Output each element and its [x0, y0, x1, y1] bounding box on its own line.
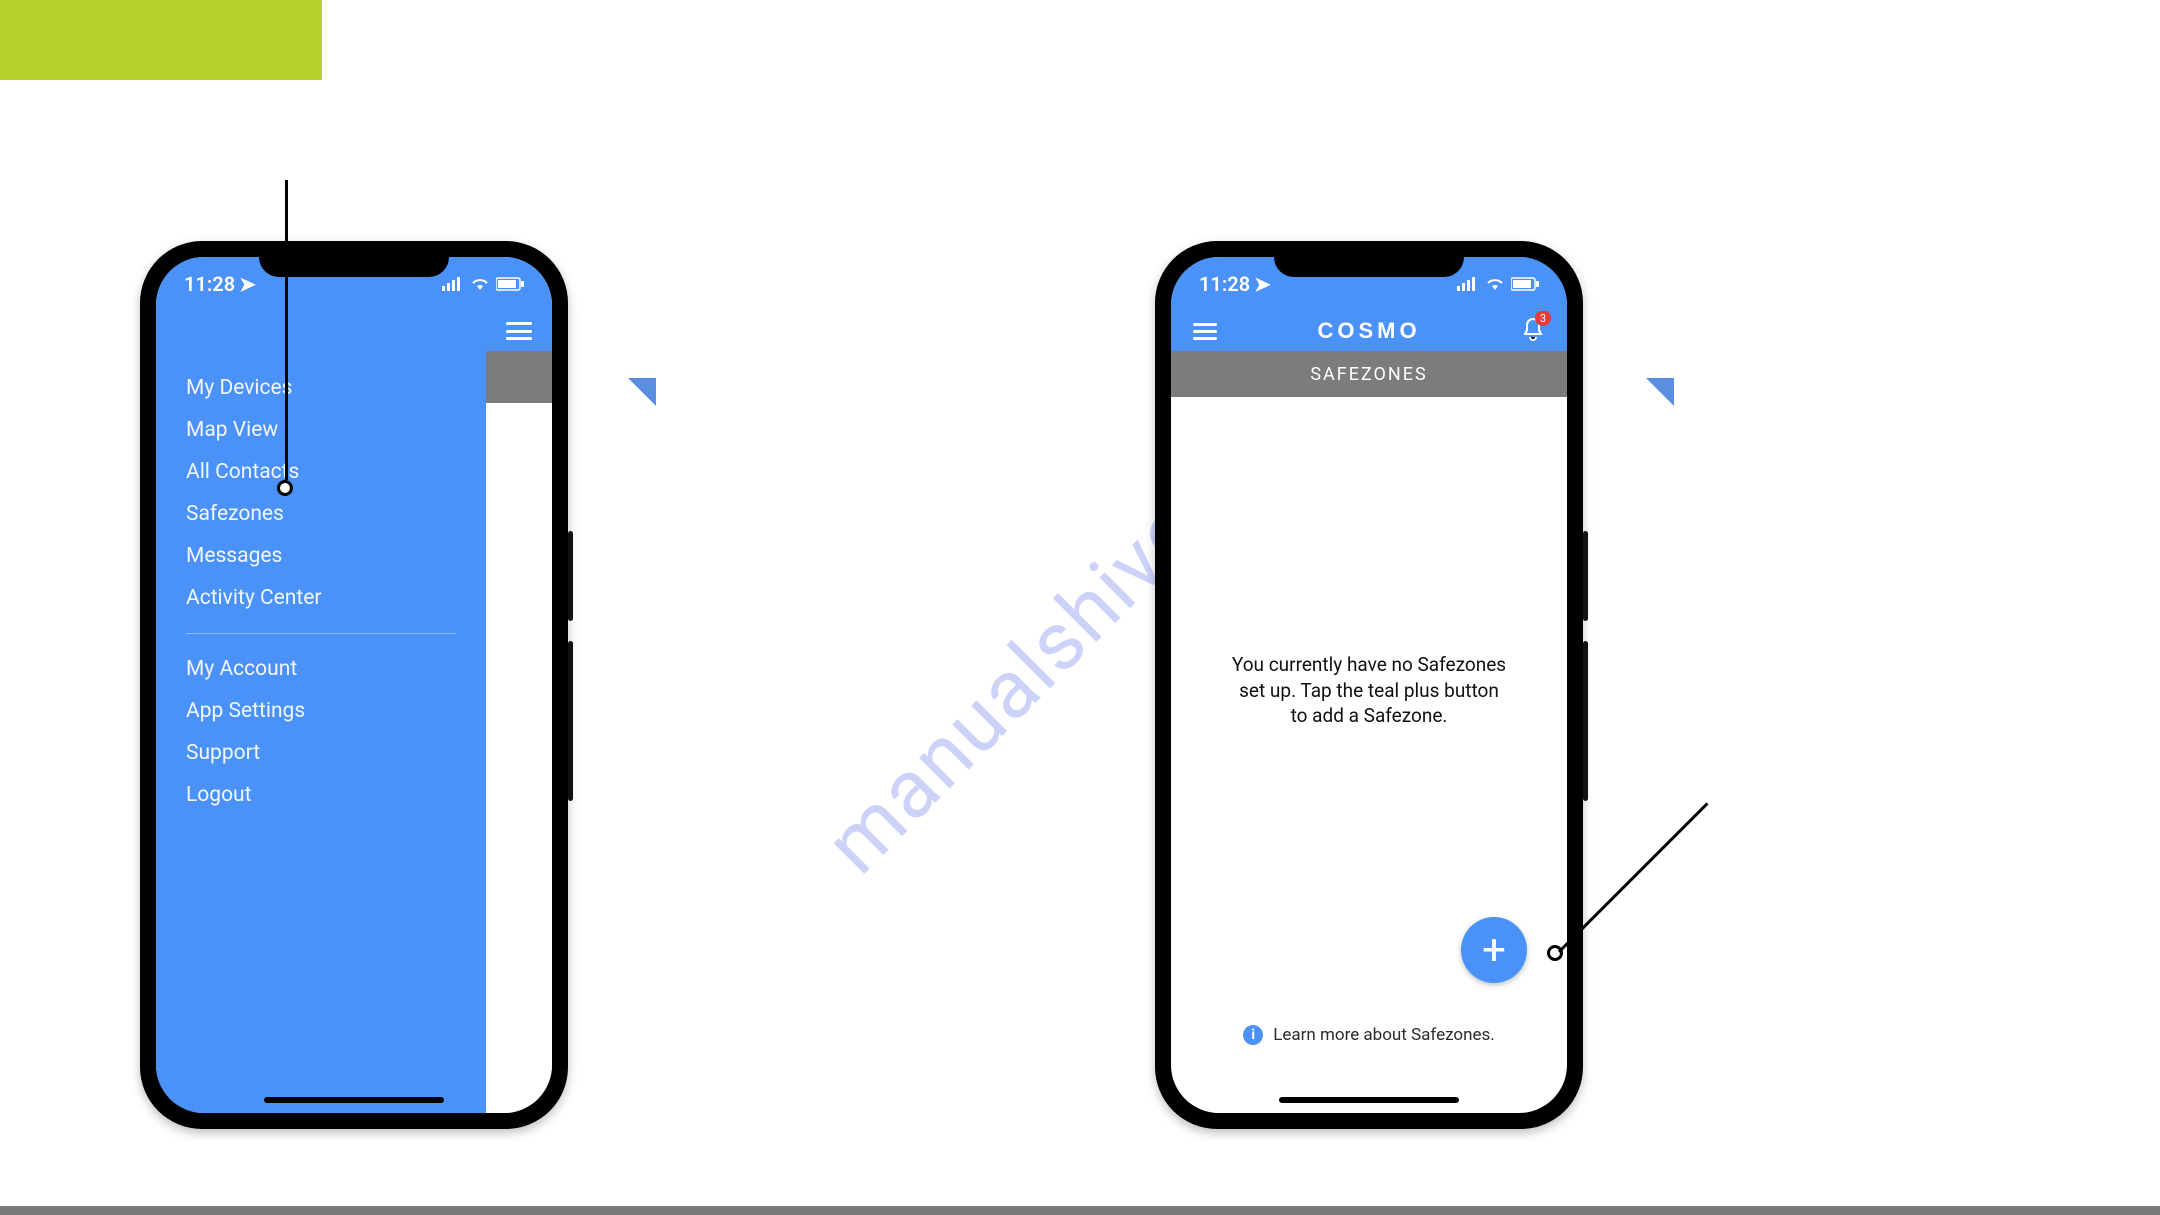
- empty-line: to add a Safezone.: [1211, 703, 1527, 729]
- side-menu: My Devices Map View All Contacts Safezon…: [156, 257, 486, 1113]
- menu-item-all-contacts[interactable]: All Contacts: [186, 451, 456, 493]
- plus-icon: +: [1482, 926, 1506, 975]
- notification-badge: 3: [1535, 310, 1551, 326]
- empty-line: You currently have no Safezones: [1211, 652, 1527, 678]
- section-title: SAFEZONES: [1171, 351, 1567, 397]
- menu-item-messages[interactable]: Messages: [186, 535, 456, 577]
- add-safezone-button[interactable]: +: [1461, 917, 1527, 983]
- phone-notch: [1274, 241, 1464, 277]
- callout-line-safezones: [285, 180, 288, 480]
- battery-icon: [496, 277, 524, 291]
- phone-notch: [259, 241, 449, 277]
- menu-item-support[interactable]: Support: [186, 732, 456, 774]
- menu-item-app-settings[interactable]: App Settings: [186, 690, 456, 732]
- hamburger-icon: [506, 322, 532, 340]
- home-indicator: [1279, 1097, 1459, 1103]
- learn-more-link[interactable]: i Learn more about Safezones.: [1171, 1025, 1567, 1045]
- callout-marker-safezones: [277, 480, 293, 496]
- info-icon: i: [1243, 1025, 1263, 1045]
- menu-item-safezones[interactable]: Safezones: [186, 493, 456, 535]
- wifi-icon: [1485, 277, 1505, 291]
- menu-item-logout[interactable]: Logout: [186, 774, 456, 816]
- step-arrow-icon: [628, 378, 656, 406]
- empty-state-text: You currently have no Safezones set up. …: [1171, 652, 1567, 729]
- menu-item-activity-center[interactable]: Activity Center: [186, 577, 456, 619]
- footer-divider: [0, 1206, 2160, 1215]
- notifications-button[interactable]: 3: [1521, 316, 1545, 346]
- phone-safezones-mockup: 11:28➤ COSMO 3 SAFEZONES: [1155, 241, 1583, 1129]
- status-time: 11:28➤: [1199, 272, 1271, 296]
- status-time: 11:28➤: [184, 272, 256, 296]
- location-arrow-icon: ➤: [1254, 272, 1271, 296]
- home-indicator: [264, 1097, 444, 1103]
- menu-item-my-devices[interactable]: My Devices: [186, 367, 456, 409]
- menu-item-map-view[interactable]: Map View: [186, 409, 456, 451]
- location-arrow-icon: ➤: [239, 272, 256, 296]
- step-arrow-icon: [1646, 378, 1674, 406]
- signal-icon: [442, 277, 464, 291]
- page-peek: [486, 311, 552, 1113]
- peek-header: [486, 311, 552, 351]
- learn-more-label: Learn more about Safezones.: [1273, 1025, 1495, 1045]
- menu-divider: [186, 633, 456, 634]
- brand-logo: COSMO: [1317, 318, 1420, 344]
- status-right-icons: [1457, 277, 1539, 291]
- status-right-icons: [442, 277, 524, 291]
- menu-button[interactable]: [1193, 323, 1217, 340]
- empty-line: set up. Tap the teal plus button: [1211, 678, 1527, 704]
- signal-icon: [1457, 277, 1479, 291]
- phone-menu-mockup: 11:28➤ My Devices Map View All Contacts …: [140, 241, 568, 1129]
- header-accent-block: [0, 0, 322, 80]
- battery-icon: [1511, 277, 1539, 291]
- wifi-icon: [470, 277, 490, 291]
- peek-section-bar: [486, 351, 552, 403]
- menu-item-my-account[interactable]: My Account: [186, 648, 456, 690]
